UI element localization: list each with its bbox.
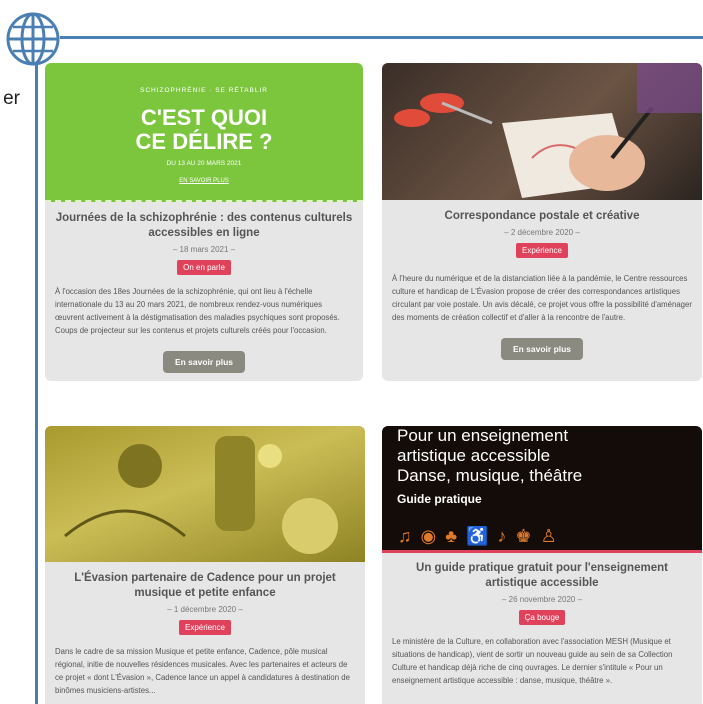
hero-subtitle: Guide pratique xyxy=(397,492,482,506)
card-title[interactable]: Correspondance postale et créative xyxy=(382,209,702,224)
card-title[interactable]: Un guide pratique gratuit pour l'enseign… xyxy=(382,561,702,591)
globe-icon xyxy=(6,12,60,66)
card-excerpt: Dans le cadre de sa mission Musique et p… xyxy=(55,647,350,695)
card-title[interactable]: L'Évasion partenaire de Cadence pour un … xyxy=(45,571,365,601)
hero-kicker: SCHIZOPHRÉNIE · SE RÉTABLIR xyxy=(139,87,268,94)
article-card: Pour un enseignement artistique accessib… xyxy=(382,426,702,704)
card-title[interactable]: Journées de la schizophrénie : des conte… xyxy=(45,211,363,241)
card-hero-image[interactable]: SCHIZOPHRÉNIE · SE RÉTABLIR C'EST QUOI C… xyxy=(45,63,363,202)
cut-off-text: er xyxy=(3,88,20,109)
card-date: – 26 novembre 2020 – xyxy=(501,595,583,604)
category-badge[interactable]: On en parle xyxy=(177,260,231,275)
card-excerpt: À l'heure du numérique et de la distanci… xyxy=(392,274,692,322)
card-photo[interactable] xyxy=(382,63,702,200)
hero-link: EN SAVOIR PLUS xyxy=(179,178,229,184)
hero-line: Pour un enseignement xyxy=(397,426,569,445)
accessibility-icons: ♫◉♣♿♪♚♙ xyxy=(398,526,566,546)
article-card: Correspondance postale et créative – 2 d… xyxy=(382,63,702,381)
card-excerpt: À l'occasion des 18es Journées de la sch… xyxy=(55,287,340,335)
children-photo xyxy=(64,436,338,554)
category-badge[interactable]: Ça bouge xyxy=(518,610,566,625)
article-card: L'Évasion partenaire de Cadence pour un … xyxy=(45,426,365,704)
card-date: – 1 décembre 2020 – xyxy=(167,605,243,614)
category-badge[interactable]: Expérience xyxy=(515,243,569,258)
category-badge[interactable]: Expérience xyxy=(178,620,232,635)
card-date: – 2 décembre 2020 – xyxy=(504,228,580,237)
hero-dates: DU 13 AU 20 MARS 2021 xyxy=(166,160,242,167)
read-more-button[interactable]: En savoir plus xyxy=(500,338,584,360)
card-date: – 18 mars 2021 – xyxy=(172,245,236,254)
hero-line: artistique accessible xyxy=(397,446,551,465)
top-frame-line xyxy=(60,36,703,39)
read-more-button[interactable]: En savoir plus xyxy=(162,351,246,373)
drawing-photo xyxy=(394,63,702,198)
article-card: SCHIZOPHRÉNIE · SE RÉTABLIR C'EST QUOI C… xyxy=(45,63,363,381)
left-frame-line xyxy=(35,64,38,704)
hero-line: Danse, musique, théâtre xyxy=(397,466,583,485)
card-excerpt: Le ministère de la Culture, en collabora… xyxy=(392,637,673,685)
hero-accent-bar xyxy=(382,550,702,553)
card-hero-image[interactable]: Pour un enseignement artistique accessib… xyxy=(382,426,702,553)
hero-headline: C'EST QUOI CE DÉLIRE ? xyxy=(135,105,273,154)
card-photo[interactable] xyxy=(45,426,365,562)
